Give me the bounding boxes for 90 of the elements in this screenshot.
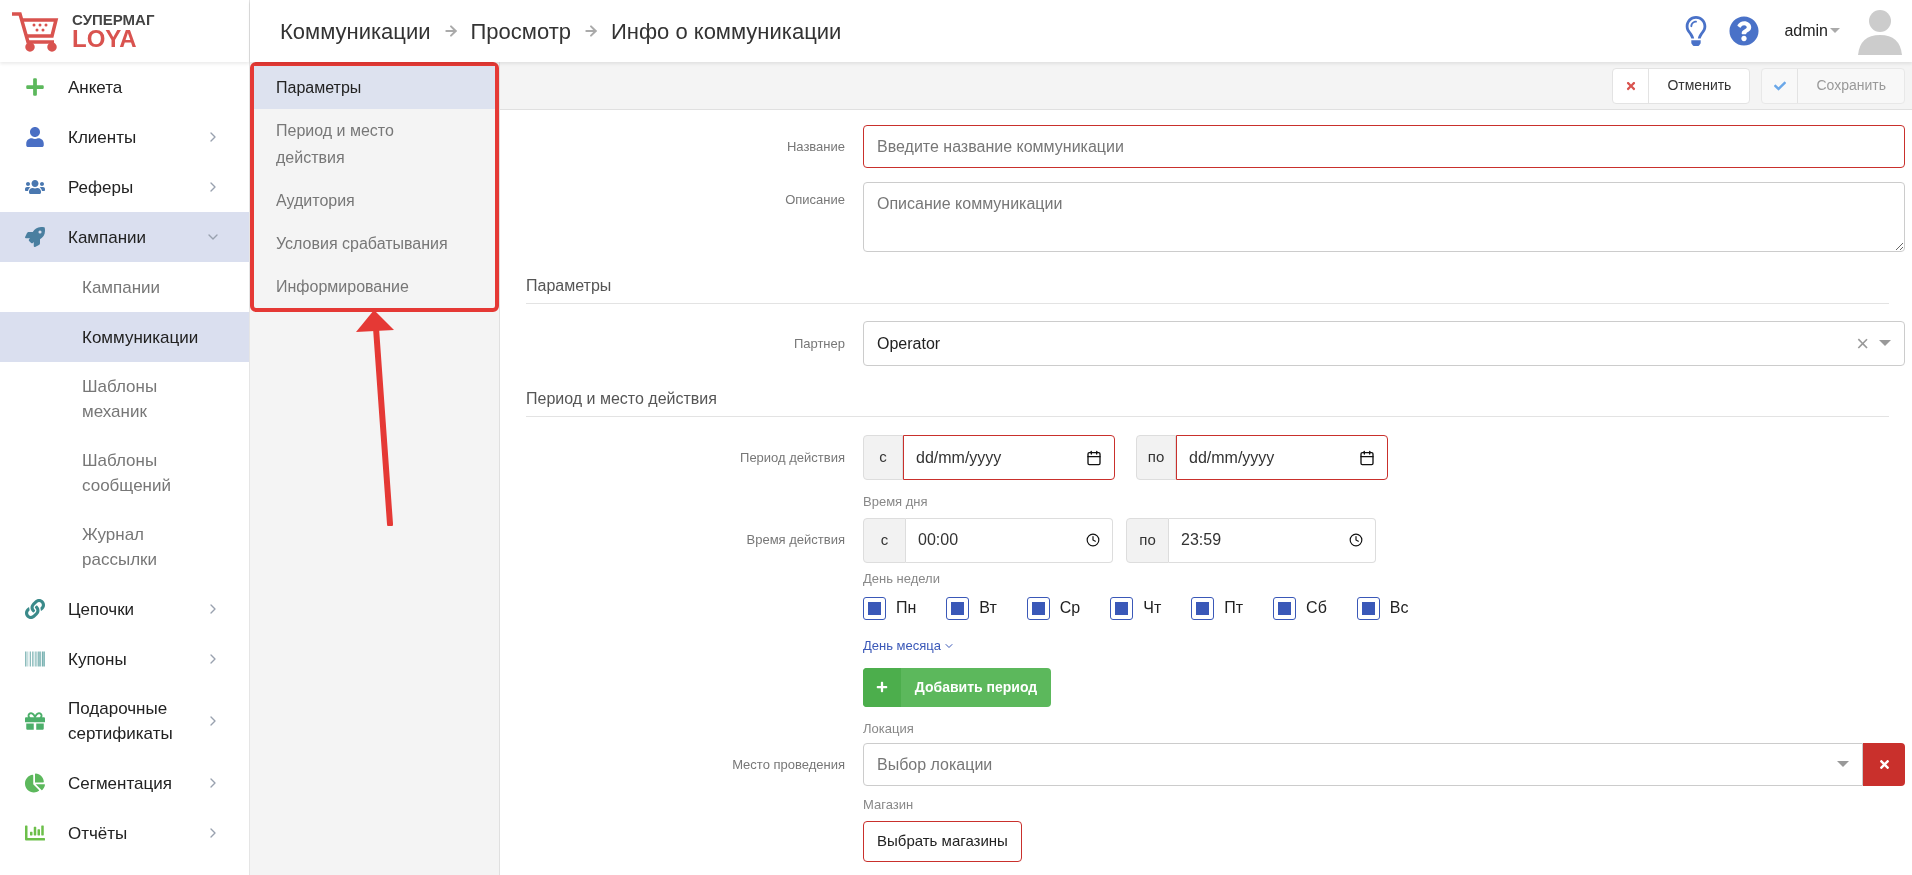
help-icon[interactable] — [1729, 16, 1760, 46]
field-caption: День недели — [863, 569, 941, 588]
checkbox-label: Сб — [1306, 598, 1327, 618]
calendar-icon[interactable] — [1086, 449, 1102, 466]
section-nav-item[interactable]: Информирование — [254, 265, 495, 308]
checkbox-label: Вт — [979, 598, 997, 618]
sidebar-item[interactable]: Реферы — [0, 162, 249, 212]
checkbox[interactable] — [1026, 596, 1050, 620]
clock-icon[interactable] — [1086, 533, 1100, 547]
checkbox-label: Пн — [896, 598, 917, 618]
field-caption: Время дня — [863, 493, 928, 511]
location-select[interactable]: Выбор локации — [863, 743, 1863, 786]
sidebar-item[interactable]: Сегментация — [0, 758, 249, 808]
checkbox[interactable] — [863, 596, 886, 620]
field-label: Название — [785, 137, 846, 156]
sidebar-item[interactable]: Цепочки — [0, 584, 249, 634]
checkbox[interactable] — [1273, 596, 1297, 620]
partner-select[interactable]: Operator × — [863, 321, 1905, 366]
gift-icon — [25, 711, 45, 731]
section-heading: Параметры — [526, 274, 1889, 304]
sidebar-item[interactable]: Кампании — [0, 212, 249, 262]
user-menu[interactable]: admin — [1784, 19, 1840, 43]
submenu-item[interactable]: Кампании — [0, 262, 249, 312]
user-icon — [25, 127, 45, 147]
select-stores-button[interactable]: Выбрать магазины — [863, 820, 1022, 862]
shopping-cart-icon — [10, 10, 60, 52]
rocket-icon — [25, 227, 45, 247]
submenu-item[interactable]: Шаблоны механик — [0, 362, 249, 436]
sidebar-item[interactable]: Отчёты — [0, 808, 249, 858]
checkbox-label: Вс — [1389, 598, 1409, 618]
breadcrumb[interactable]: Просмотр — [470, 14, 571, 48]
plus-icon — [876, 681, 888, 693]
date-input[interactable]: dd/mm/yyyy — [903, 435, 1115, 480]
section-heading: Период и место действия — [526, 387, 1889, 417]
checkbox[interactable] — [1191, 596, 1215, 620]
barcode-icon — [25, 649, 45, 669]
clock-icon[interactable] — [1349, 533, 1363, 547]
section-nav-item[interactable]: Аудитория — [254, 179, 495, 222]
caret-icon — [1837, 761, 1849, 768]
section-nav-item[interactable]: Параметры — [254, 66, 495, 109]
section-nav-item[interactable]: Период и место действия — [254, 109, 495, 179]
submenu-item[interactable]: Коммуникации — [0, 312, 249, 362]
date-input[interactable]: dd/mm/yyyy — [1176, 435, 1388, 480]
field-label: Партнер — [792, 334, 846, 353]
logo-title: СУПЕРМАГ — [72, 11, 155, 27]
name-input[interactable]: Введите название коммуникации — [863, 125, 1905, 168]
calendar-icon[interactable] — [1359, 449, 1375, 466]
submenu-item[interactable]: Шаблоны сообщений — [0, 436, 249, 510]
time-input[interactable]: 23:59 — [1169, 517, 1376, 563]
breadcrumb: Инфо о коммуникации — [611, 17, 842, 46]
field-label: Период действия — [739, 448, 846, 467]
plus-icon — [25, 77, 45, 97]
field-label: Место проведения — [731, 755, 846, 774]
close-icon — [1624, 79, 1637, 92]
month-day-link[interactable]: День месяца — [863, 636, 1409, 656]
bar-chart-icon — [25, 823, 45, 843]
breadcrumb[interactable]: Коммуникации — [280, 14, 431, 48]
close-icon — [1877, 758, 1891, 771]
input-prefix: с — [863, 517, 906, 563]
checkbox-label: Чт — [1143, 598, 1162, 618]
checkbox[interactable] — [946, 596, 970, 620]
submenu-item[interactable]: Журнал рассылки — [0, 510, 249, 584]
cancel-button[interactable]: Отменить — [1612, 67, 1751, 104]
field-label: Время действия — [745, 531, 846, 550]
checkbox-label: Ср — [1059, 598, 1081, 618]
pie-chart-icon — [25, 773, 45, 793]
field-caption: Локация — [863, 719, 915, 738]
input-prefix: по — [1126, 517, 1169, 563]
checkbox[interactable] — [1110, 596, 1134, 620]
link-icon — [25, 599, 45, 619]
logo-wordmark: LOYA — [72, 26, 137, 51]
avatar-silhouette — [1858, 7, 1902, 55]
field-caption: Магазин — [863, 796, 915, 814]
field-label: Описание — [784, 191, 846, 209]
description-textarea[interactable]: Описание коммуникации — [863, 182, 1905, 252]
input-prefix: с — [863, 435, 903, 480]
remove-button[interactable] — [1863, 743, 1905, 786]
check-icon — [1773, 79, 1786, 92]
sidebar-item[interactable]: Анкета — [0, 62, 249, 112]
checkbox[interactable] — [1356, 596, 1380, 620]
time-input[interactable]: 00:00 — [906, 517, 1113, 563]
checkbox-label: Пт — [1224, 598, 1244, 618]
caret-icon — [1830, 28, 1840, 34]
sidebar-item[interactable]: Подарочные сертификаты — [0, 684, 249, 758]
users-icon — [25, 177, 45, 197]
sidebar-item[interactable]: Клиенты — [0, 112, 249, 162]
section-nav-item[interactable]: Условия срабатывания — [254, 222, 495, 265]
sidebar-item[interactable]: Купоны — [0, 634, 249, 684]
caret-icon — [1879, 340, 1891, 347]
input-prefix: по — [1136, 435, 1176, 480]
